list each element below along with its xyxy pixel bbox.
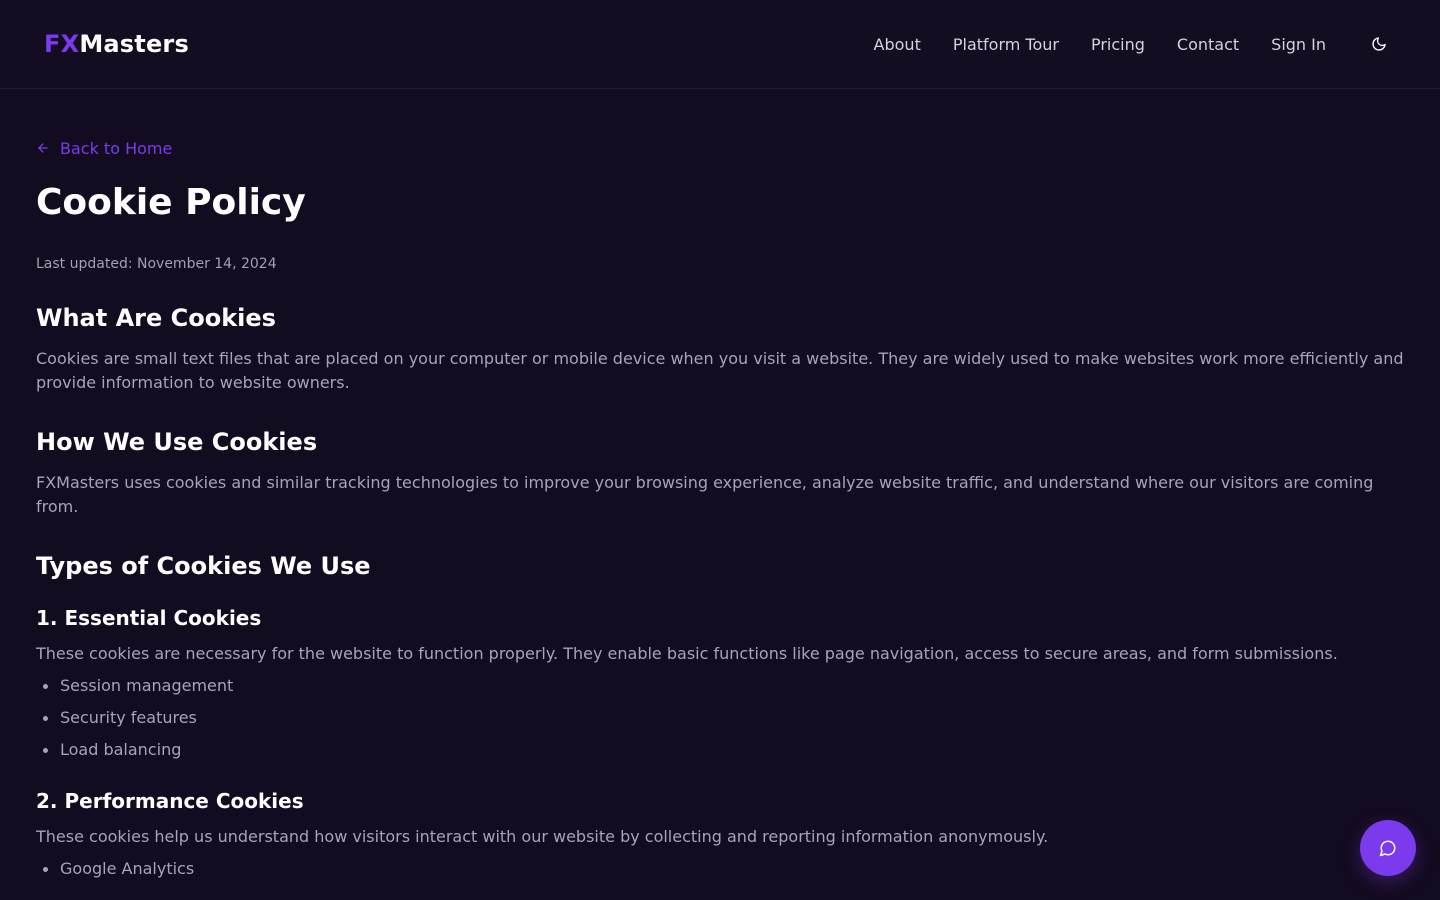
logo-masters: Masters — [79, 30, 189, 58]
subsection-body-performance: These cookies help us understand how vis… — [36, 827, 1049, 846]
back-to-home-link[interactable]: Back to Home — [36, 138, 1406, 158]
section-body-how: FXMasters uses cookies and similar track… — [36, 473, 1374, 516]
site-header: FXMasters About Platform Tour Pricing Co… — [0, 0, 1440, 89]
logo[interactable]: FXMasters — [44, 30, 189, 58]
nav-platform-tour[interactable]: Platform Tour — [953, 35, 1059, 54]
last-updated: Last updated: November 14, 2024 — [36, 256, 277, 272]
arrow-left-icon — [38, 143, 48, 153]
subsection-heading-essential: 1. Essential Cookies — [36, 606, 262, 630]
chat-bubble-icon — [1379, 840, 1396, 857]
logo-fx: FX — [44, 30, 80, 58]
subsection-body-essential: These cookies are necessary for the webs… — [36, 644, 1338, 663]
list-item: Load balancing — [36, 738, 1406, 762]
moon-icon — [1372, 37, 1386, 51]
chat-button[interactable] — [1360, 820, 1416, 876]
section-heading-what: What Are Cookies — [36, 304, 276, 332]
main-nav: About Platform Tour Pricing Contact Sign… — [842, 35, 1396, 54]
section-heading-how: How We Use Cookies — [36, 428, 318, 456]
nav-sign-in[interactable]: Sign In — [1271, 35, 1326, 54]
section-heading-types: Types of Cookies We Use — [36, 552, 371, 580]
list-item: Security features — [36, 706, 1406, 730]
back-to-home-label: Back to Home — [60, 138, 173, 158]
essential-cookies-list: Session management Security features Loa… — [36, 674, 1406, 762]
subsection-heading-performance: 2. Performance Cookies — [36, 789, 304, 813]
nav-contact[interactable]: Contact — [1177, 35, 1239, 54]
list-item: Google Analytics — [36, 857, 1406, 881]
nav-about[interactable]: About — [874, 35, 921, 54]
main-content: Back to Home Cookie Policy Last updated:… — [36, 89, 1406, 881]
performance-cookies-list: Google Analytics — [36, 857, 1406, 881]
nav-pricing[interactable]: Pricing — [1091, 35, 1145, 54]
section-body-what: Cookies are small text files that are pl… — [36, 349, 1404, 392]
list-item: Session management — [36, 674, 1406, 698]
page-title: Cookie Policy — [36, 182, 306, 223]
theme-toggle-button[interactable] — [1370, 35, 1388, 53]
